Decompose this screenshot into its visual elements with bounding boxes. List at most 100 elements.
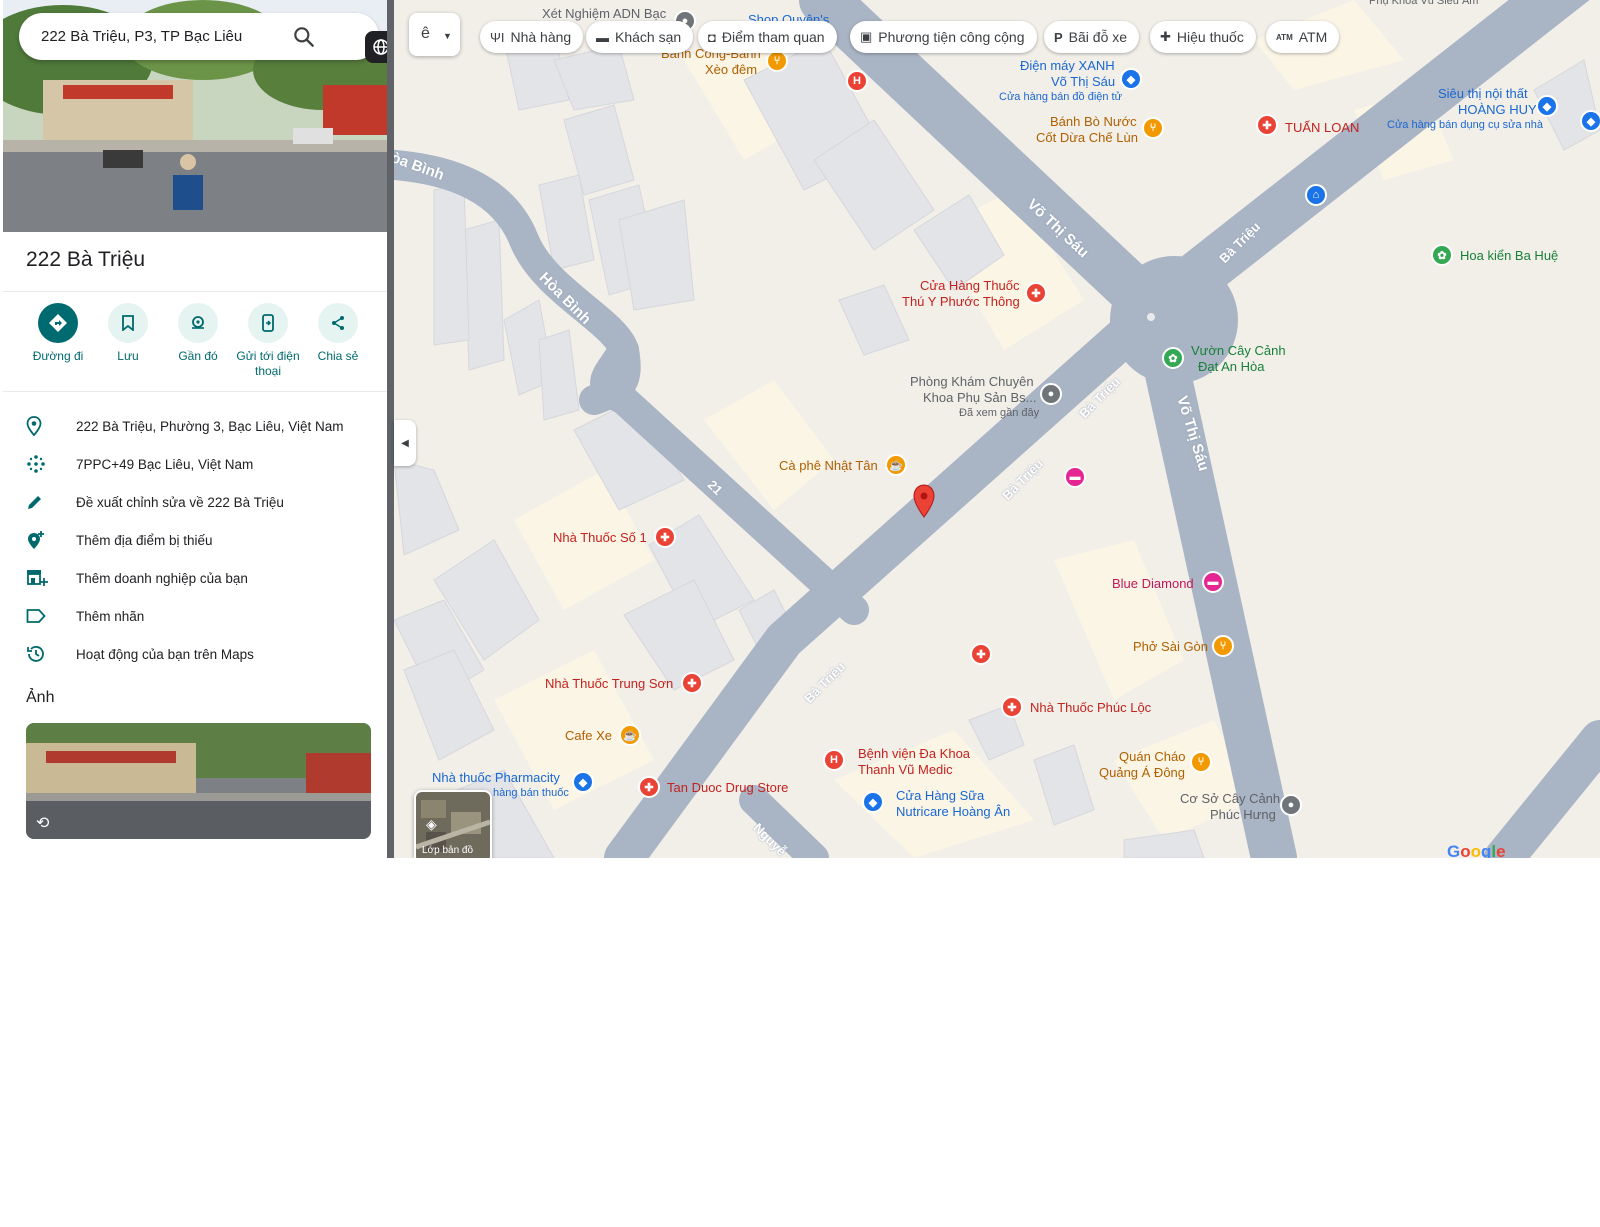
- plus-code-text: 7PPC+49 Bạc Liêu, Việt Nam: [76, 456, 254, 472]
- poi-label[interactable]: Thanh Vũ Medic: [858, 762, 953, 777]
- chip-parking[interactable]: P Bãi đỗ xe: [1044, 21, 1140, 53]
- garden-pin-icon[interactable]: ✿: [1162, 347, 1184, 369]
- garden-pin-icon[interactable]: ✿: [1431, 244, 1453, 266]
- poi-label[interactable]: Tan Duoc Drug Store: [667, 780, 788, 795]
- poi-label[interactable]: Cà phê Nhật Tân: [779, 458, 878, 473]
- poi-label[interactable]: Bệnh viện Đa Khoa: [858, 746, 970, 761]
- home-pin-icon[interactable]: ⌂: [1305, 184, 1327, 206]
- poi-label[interactable]: Phòng Khám Chuyên: [910, 374, 1034, 389]
- save-button[interactable]: Lưu: [88, 303, 168, 364]
- poi-label[interactable]: Phúc Hưng: [1210, 807, 1276, 822]
- poi-label[interactable]: Phụ Khoa Vũ Siêu Âm: [1369, 0, 1478, 9]
- nearby-button[interactable]: Gần đó: [158, 303, 238, 364]
- poi-label[interactable]: Quảng Á Đông: [1099, 765, 1185, 780]
- suggest-edit-row[interactable]: Đề xuất chỉnh sửa về 222 Bà Triệu: [20, 483, 380, 521]
- poi-label[interactable]: Xét Nghiệm ADN Bạc: [542, 6, 666, 21]
- shopping-pin-icon[interactable]: ◆: [1580, 110, 1600, 132]
- address-row[interactable]: 222 Bà Triệu, Phường 3, Bạc Liêu, Việt N…: [20, 407, 380, 445]
- divider: [3, 391, 387, 392]
- pharmacy-pin-icon[interactable]: ✚: [970, 643, 992, 665]
- pharmacy-pin-icon[interactable]: ✚: [638, 776, 660, 798]
- poi-label[interactable]: Nhà thuốc Pharmacity: [432, 770, 560, 785]
- poi-label[interactable]: Quán Cháo: [1119, 749, 1186, 764]
- maps-activity-row[interactable]: Hoạt động của bạn trên Maps: [20, 635, 380, 673]
- add-missing-place-text: Thêm địa điểm bị thiếu: [76, 532, 213, 548]
- add-place-icon: [20, 530, 62, 550]
- poi-label[interactable]: Nhà Thuốc Phúc Lộc: [1030, 700, 1151, 715]
- poi-label[interactable]: Cafe Xe: [565, 728, 612, 743]
- poi-label[interactable]: TUẤN LOAN: [1285, 120, 1359, 135]
- action-label: Gần đó: [178, 349, 218, 363]
- pharmacy-pin-icon[interactable]: ✚: [1025, 282, 1047, 304]
- poi-label[interactable]: Đạt An Hòa: [1198, 359, 1265, 374]
- transit-icon: ▣: [860, 29, 873, 44]
- pharmacy-pin-icon[interactable]: ✚: [1256, 114, 1278, 136]
- panel-scrollbar[interactable]: [387, 0, 394, 858]
- poi-label[interactable]: HOÀNG HUY: [1458, 102, 1537, 117]
- poi-label[interactable]: Điện máy XANH: [1020, 58, 1115, 73]
- map-type-toggle[interactable]: ê ▼: [409, 13, 460, 56]
- plus-code-row[interactable]: 7PPC+49 Bạc Liêu, Việt Nam: [20, 445, 380, 483]
- chip-transit[interactable]: ▣ Phương tiện công cộng: [850, 21, 1037, 53]
- pharmacy-pin-icon[interactable]: ✚: [1001, 696, 1023, 718]
- shopping-pin-icon[interactable]: ◆: [572, 771, 594, 793]
- poi-label[interactable]: Võ Thị Sáu: [1051, 74, 1115, 89]
- cafe-pin-icon[interactable]: ☕: [619, 724, 641, 746]
- poi-label[interactable]: Nutricare Hoàng Ân: [896, 804, 1010, 819]
- bookmark-icon: [108, 303, 148, 343]
- poi-label[interactable]: Phở Sài Gòn: [1133, 639, 1208, 654]
- poi-label[interactable]: Khoa Phụ Sản Bs...: [923, 390, 1036, 405]
- cafe-pin-icon[interactable]: ☕: [885, 454, 907, 476]
- nearby-icon: [178, 303, 218, 343]
- map-canvas[interactable]: òa Bình Hòa Bình Võ Thị Sáu Võ Thị Sáu B…: [394, 0, 1600, 858]
- directions-button[interactable]: Đường đi: [18, 303, 98, 364]
- add-business-row[interactable]: Thêm doanh nghiệp của bạn: [20, 559, 380, 597]
- poi-label[interactable]: Nhà Thuốc Số 1: [553, 530, 647, 545]
- poi-label[interactable]: Cơ Sở Cây Cảnh: [1180, 791, 1280, 806]
- poi-label[interactable]: Thú Y Phước Thông: [902, 294, 1020, 309]
- globe-toggle-icon[interactable]: [365, 31, 387, 63]
- poi-sublabel: Cửa hàng bán dụng cụ sửa nhà: [1387, 119, 1544, 131]
- chip-atm[interactable]: ATM ATM: [1266, 21, 1340, 53]
- shopping-pin-icon[interactable]: ◆: [1536, 95, 1558, 117]
- photo-thumbnail[interactable]: ⟲: [26, 723, 371, 839]
- restaurant-pin-icon[interactable]: ⑂: [766, 50, 788, 72]
- collapse-panel-button[interactable]: ◀: [394, 420, 416, 466]
- hospital-pin-icon[interactable]: H: [823, 749, 845, 771]
- chip-restaurants[interactable]: ΨΙ Nhà hàng: [480, 21, 584, 53]
- poi-label[interactable]: Nhà Thuốc Trung Sơn: [545, 676, 673, 691]
- share-button[interactable]: Chia sẻ: [298, 303, 378, 364]
- shopping-pin-icon[interactable]: ◆: [1120, 68, 1142, 90]
- poi-label[interactable]: Siêu thị nội thất: [1438, 86, 1528, 101]
- layers-button[interactable]: ◈ Lớp bản đồ: [414, 790, 492, 858]
- edit-pencil-icon: [20, 493, 62, 511]
- poi-label[interactable]: Vườn Cây Cảnh: [1191, 343, 1286, 358]
- chip-hotels[interactable]: ▬ Khách sạn: [586, 21, 694, 53]
- search-icon[interactable]: [291, 24, 317, 50]
- chip-pharmacy[interactable]: ✚ Hiệu thuốc: [1150, 21, 1256, 53]
- hotel-pin-icon[interactable]: ▬: [1064, 466, 1086, 488]
- restaurant-pin-icon[interactable]: ⑂: [1190, 751, 1212, 773]
- hotel-pin-icon[interactable]: ▬: [1202, 571, 1224, 593]
- add-label-row[interactable]: Thêm nhãn: [20, 597, 380, 635]
- poi-label[interactable]: Bánh Bò Nước: [1050, 114, 1137, 129]
- hospital-pin-icon[interactable]: H: [846, 70, 868, 92]
- poi-label[interactable]: Xèo đêm: [705, 62, 757, 77]
- poi-pin-icon[interactable]: ●: [1280, 794, 1302, 816]
- restaurant-pin-icon[interactable]: ⑂: [1212, 635, 1234, 657]
- pharmacy-pin-icon[interactable]: ✚: [681, 672, 703, 694]
- poi-label[interactable]: Cốt Dừa Chế Lùn: [1036, 130, 1138, 145]
- chip-attractions[interactable]: ◘ Điểm tham quan: [698, 21, 837, 53]
- poi-label[interactable]: Hoa kiển Ba Huệ: [1460, 248, 1558, 263]
- add-missing-place-row[interactable]: Thêm địa điểm bị thiếu: [20, 521, 380, 559]
- poi-label[interactable]: Cửa Hàng Thuốc: [920, 278, 1020, 293]
- shopping-cart-pin-icon[interactable]: ◆: [862, 791, 884, 813]
- restaurant-pin-icon[interactable]: ⑂: [1142, 117, 1164, 139]
- poi-label[interactable]: Blue Diamond: [1112, 576, 1194, 591]
- poi-label[interactable]: Cửa Hàng Sữa: [896, 788, 984, 803]
- search-input[interactable]: 222 Bà Triệu, P3, TP Bạc Liêu: [41, 28, 242, 45]
- send-to-phone-button[interactable]: Gửi tới điện thoại: [228, 303, 308, 379]
- pharmacy-pin-icon[interactable]: ✚: [654, 526, 676, 548]
- search-box[interactable]: 222 Bà Triệu, P3, TP Bạc Liêu: [19, 13, 387, 63]
- poi-pin-icon[interactable]: ●: [1040, 383, 1062, 405]
